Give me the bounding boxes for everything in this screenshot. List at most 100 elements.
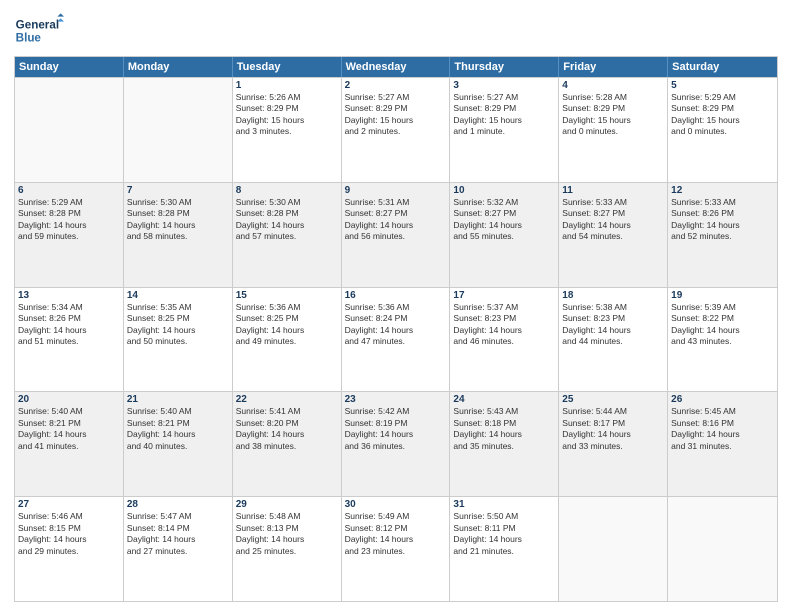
cell-line: Sunset: 8:29 PM xyxy=(236,103,338,114)
cell-line: Sunset: 8:27 PM xyxy=(453,208,555,219)
calendar-cell: 2Sunrise: 5:27 AMSunset: 8:29 PMDaylight… xyxy=(342,78,451,182)
cell-line: Daylight: 14 hours xyxy=(18,220,120,231)
day-number: 1 xyxy=(236,80,338,91)
cell-line: Daylight: 14 hours xyxy=(562,220,664,231)
logo-svg: General Blue xyxy=(14,10,64,50)
calendar: SundayMondayTuesdayWednesdayThursdayFrid… xyxy=(14,56,778,602)
page: General Blue SundayMondayTuesdayWednesda… xyxy=(0,0,792,612)
cell-line: Sunrise: 5:28 AM xyxy=(562,92,664,103)
calendar-cell: 23Sunrise: 5:42 AMSunset: 8:19 PMDayligh… xyxy=(342,392,451,496)
day-number: 13 xyxy=(18,290,120,301)
cell-line: Sunset: 8:21 PM xyxy=(18,418,120,429)
day-number: 21 xyxy=(127,394,229,405)
cell-line: Daylight: 14 hours xyxy=(671,325,774,336)
cell-line: Daylight: 14 hours xyxy=(562,429,664,440)
calendar-row: 20Sunrise: 5:40 AMSunset: 8:21 PMDayligh… xyxy=(15,391,777,496)
day-number: 23 xyxy=(345,394,447,405)
cell-line: Sunset: 8:16 PM xyxy=(671,418,774,429)
cell-line: Daylight: 14 hours xyxy=(453,534,555,545)
cell-line: Sunrise: 5:26 AM xyxy=(236,92,338,103)
cell-line: Sunset: 8:28 PM xyxy=(127,208,229,219)
day-number: 31 xyxy=(453,499,555,510)
day-number: 26 xyxy=(671,394,774,405)
cell-line: and 44 minutes. xyxy=(562,336,664,347)
calendar-cell xyxy=(15,78,124,182)
day-number: 11 xyxy=(562,185,664,196)
cell-line: Sunset: 8:12 PM xyxy=(345,523,447,534)
calendar-cell: 3Sunrise: 5:27 AMSunset: 8:29 PMDaylight… xyxy=(450,78,559,182)
cell-line: Sunset: 8:20 PM xyxy=(236,418,338,429)
calendar-row: 27Sunrise: 5:46 AMSunset: 8:15 PMDayligh… xyxy=(15,496,777,601)
calendar-cell: 21Sunrise: 5:40 AMSunset: 8:21 PMDayligh… xyxy=(124,392,233,496)
calendar-row: 6Sunrise: 5:29 AMSunset: 8:28 PMDaylight… xyxy=(15,182,777,287)
cell-line: Sunset: 8:11 PM xyxy=(453,523,555,534)
cell-line: Sunrise: 5:29 AM xyxy=(18,197,120,208)
calendar-cell: 18Sunrise: 5:38 AMSunset: 8:23 PMDayligh… xyxy=(559,288,668,392)
header: General Blue xyxy=(14,10,778,50)
cell-line: Sunrise: 5:40 AM xyxy=(18,406,120,417)
cell-line: Sunset: 8:29 PM xyxy=(671,103,774,114)
cell-line: Sunrise: 5:35 AM xyxy=(127,302,229,313)
cell-line: Sunset: 8:29 PM xyxy=(562,103,664,114)
cell-line: Sunset: 8:25 PM xyxy=(236,313,338,324)
cell-line: Daylight: 14 hours xyxy=(127,220,229,231)
cell-line: and 59 minutes. xyxy=(18,231,120,242)
calendar-cell xyxy=(559,497,668,601)
calendar-cell: 13Sunrise: 5:34 AMSunset: 8:26 PMDayligh… xyxy=(15,288,124,392)
cell-line: and 33 minutes. xyxy=(562,441,664,452)
cell-line: Sunrise: 5:37 AM xyxy=(453,302,555,313)
cell-line: Sunrise: 5:27 AM xyxy=(345,92,447,103)
calendar-cell: 20Sunrise: 5:40 AMSunset: 8:21 PMDayligh… xyxy=(15,392,124,496)
cell-line: Sunset: 8:23 PM xyxy=(562,313,664,324)
cell-line: Sunrise: 5:27 AM xyxy=(453,92,555,103)
cell-line: Sunset: 8:29 PM xyxy=(345,103,447,114)
cell-line: and 29 minutes. xyxy=(18,546,120,557)
cell-line: Sunset: 8:19 PM xyxy=(345,418,447,429)
calendar-cell: 12Sunrise: 5:33 AMSunset: 8:26 PMDayligh… xyxy=(668,183,777,287)
day-number: 8 xyxy=(236,185,338,196)
calendar-cell: 17Sunrise: 5:37 AMSunset: 8:23 PMDayligh… xyxy=(450,288,559,392)
cell-line: Sunset: 8:14 PM xyxy=(127,523,229,534)
calendar-cell: 27Sunrise: 5:46 AMSunset: 8:15 PMDayligh… xyxy=(15,497,124,601)
cell-line: Sunrise: 5:36 AM xyxy=(236,302,338,313)
calendar-row: 13Sunrise: 5:34 AMSunset: 8:26 PMDayligh… xyxy=(15,287,777,392)
day-number: 15 xyxy=(236,290,338,301)
day-number: 27 xyxy=(18,499,120,510)
calendar-header: SundayMondayTuesdayWednesdayThursdayFrid… xyxy=(15,57,777,77)
day-number: 4 xyxy=(562,80,664,91)
day-number: 14 xyxy=(127,290,229,301)
cell-line: Sunset: 8:21 PM xyxy=(127,418,229,429)
calendar-cell: 30Sunrise: 5:49 AMSunset: 8:12 PMDayligh… xyxy=(342,497,451,601)
weekday-header: Monday xyxy=(124,57,233,77)
cell-line: Sunrise: 5:49 AM xyxy=(345,511,447,522)
day-number: 25 xyxy=(562,394,664,405)
cell-line: Daylight: 15 hours xyxy=(562,115,664,126)
cell-line: Sunrise: 5:32 AM xyxy=(453,197,555,208)
cell-line: Sunrise: 5:50 AM xyxy=(453,511,555,522)
cell-line: Sunrise: 5:36 AM xyxy=(345,302,447,313)
calendar-cell: 28Sunrise: 5:47 AMSunset: 8:14 PMDayligh… xyxy=(124,497,233,601)
cell-line: and 55 minutes. xyxy=(453,231,555,242)
calendar-cell: 16Sunrise: 5:36 AMSunset: 8:24 PMDayligh… xyxy=(342,288,451,392)
cell-line: Sunrise: 5:33 AM xyxy=(562,197,664,208)
cell-line: Sunrise: 5:38 AM xyxy=(562,302,664,313)
weekday-header: Friday xyxy=(559,57,668,77)
calendar-cell: 29Sunrise: 5:48 AMSunset: 8:13 PMDayligh… xyxy=(233,497,342,601)
cell-line: and 27 minutes. xyxy=(127,546,229,557)
cell-line: Daylight: 15 hours xyxy=(236,115,338,126)
cell-line: Sunset: 8:24 PM xyxy=(345,313,447,324)
cell-line: Sunset: 8:28 PM xyxy=(236,208,338,219)
cell-line: Sunset: 8:28 PM xyxy=(18,208,120,219)
cell-line: Sunset: 8:25 PM xyxy=(127,313,229,324)
cell-line: Sunset: 8:13 PM xyxy=(236,523,338,534)
weekday-header: Tuesday xyxy=(233,57,342,77)
cell-line: Sunrise: 5:39 AM xyxy=(671,302,774,313)
calendar-cell: 1Sunrise: 5:26 AMSunset: 8:29 PMDaylight… xyxy=(233,78,342,182)
day-number: 12 xyxy=(671,185,774,196)
calendar-cell: 31Sunrise: 5:50 AMSunset: 8:11 PMDayligh… xyxy=(450,497,559,601)
calendar-cell xyxy=(124,78,233,182)
cell-line: Sunrise: 5:46 AM xyxy=(18,511,120,522)
weekday-header: Thursday xyxy=(450,57,559,77)
cell-line: Sunrise: 5:40 AM xyxy=(127,406,229,417)
cell-line: Daylight: 14 hours xyxy=(18,534,120,545)
